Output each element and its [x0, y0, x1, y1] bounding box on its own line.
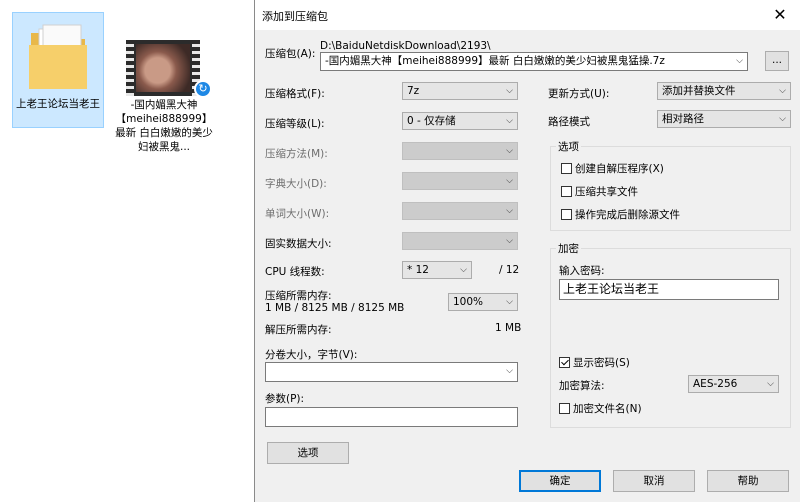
mem-compress-detail: 1 MB / 8125 MB / 8125 MB [265, 302, 405, 314]
encryption-group: 加密 输入密码: 上老王论坛当老王 显示密码(S) 加密算法: AES-256 ⌵… [550, 241, 791, 428]
chevron-down-icon: ⌵ [767, 379, 774, 389]
dialog-title: 添加到压缩包 [262, 10, 328, 23]
chevron-down-icon: ⌵ [506, 297, 513, 307]
chevron-down-icon: ⌵ [506, 146, 513, 156]
title-bar[interactable]: 添加到压缩包 ✕ [255, 0, 800, 30]
show-password-checkbox[interactable]: 显示密码(S) [559, 355, 630, 370]
level-value: 0 - 仅存储 [407, 115, 456, 127]
encrypt-names-label: 加密文件名(N) [573, 403, 642, 415]
cancel-button[interactable]: 取消 [613, 470, 695, 492]
params-input[interactable] [265, 407, 518, 427]
shared-label: 压缩共享文件 [575, 186, 638, 198]
help-button[interactable]: 帮助 [707, 470, 789, 492]
dict-select[interactable]: ⌵ [402, 172, 518, 190]
folder-label: 上老王论坛当老王 [16, 98, 100, 110]
options-group-title: 选项 [556, 139, 581, 154]
chevron-down-icon: ⌵ [779, 114, 786, 124]
cpu-max: / 12 [499, 264, 520, 276]
path-mode-label: 路径模式 [548, 116, 590, 128]
ok-button[interactable]: 确定 [519, 470, 601, 492]
mem-percent-select[interactable]: 100% ⌵ [448, 293, 518, 311]
algorithm-label: 加密算法: [559, 380, 605, 392]
archive-name-combo[interactable]: -国内媚黑大神【meihei888999】最新 白白嫩嫩的美少妇被黑鬼猛操.7z… [320, 52, 748, 71]
algorithm-select[interactable]: AES-256 ⌵ [688, 375, 779, 393]
archive-path: D:\BaiduNetdiskDownload\2193\ [320, 40, 491, 52]
word-label: 单词大小(W): [265, 208, 330, 220]
update-value: 添加并替换文件 [662, 85, 736, 97]
volume-combo[interactable]: ⌵ [265, 362, 518, 382]
chevron-down-icon: ⌵ [506, 366, 513, 376]
volume-label: 分卷大小，字节(V): [265, 349, 358, 361]
word-select[interactable]: ⌵ [402, 202, 518, 220]
checkbox-box[interactable] [561, 163, 572, 174]
chevron-down-icon: ⌵ [506, 206, 513, 216]
options-button[interactable]: 选项 [267, 442, 349, 464]
mem-percent-value: 100% [453, 296, 484, 308]
checkbox-box[interactable] [559, 403, 570, 414]
sfx-label: 创建自解压程序(X) [575, 163, 664, 175]
path-mode-select[interactable]: 相对路径 ⌵ [657, 110, 791, 128]
path-mode-value: 相对路径 [662, 113, 704, 125]
chevron-down-icon: ⌵ [506, 176, 513, 186]
cpu-label: CPU 线程数: [265, 266, 325, 278]
desktop-folder-item[interactable]: 上老王论坛当老王 [12, 12, 104, 128]
format-value: 7z [407, 85, 420, 97]
checkbox-box[interactable] [561, 209, 572, 220]
cpu-select[interactable]: * 12 ⌵ [402, 261, 472, 279]
delete-checkbox[interactable]: 操作完成后删除源文件 [561, 207, 680, 222]
method-select[interactable]: ⌵ [402, 142, 518, 160]
mem-compress-label: 压缩所需内存: [265, 290, 332, 302]
method-label: 压缩方法(M): [265, 148, 328, 160]
solid-select[interactable]: ⌵ [402, 232, 518, 250]
chevron-down-icon: ⌵ [779, 86, 786, 96]
mem-decompress-label: 解压所需内存: [265, 324, 332, 336]
video-thumbnail [126, 40, 200, 96]
delete-label: 操作完成后删除源文件 [575, 209, 680, 221]
desktop-video-item[interactable]: ↻ -国内媚黑大神【meihei888999】最新 白白嫩嫩的美少妇被黑鬼... [114, 40, 214, 170]
format-label: 压缩格式(F): [265, 88, 325, 100]
update-label: 更新方式(U): [548, 88, 610, 100]
shared-checkbox[interactable]: 压缩共享文件 [561, 184, 638, 199]
update-select[interactable]: 添加并替换文件 ⌵ [657, 82, 791, 100]
chevron-down-icon: ⌵ [506, 116, 513, 126]
password-input[interactable]: 上老王论坛当老王 [559, 279, 779, 300]
dict-label: 字典大小(D): [265, 178, 327, 190]
level-label: 压缩等级(L): [265, 118, 325, 130]
video-label: -国内媚黑大神【meihei888999】最新 白白嫩嫩的美少妇被黑鬼... [115, 99, 213, 153]
checkbox-box[interactable] [561, 186, 572, 197]
options-group: 选项 创建自解压程序(X) 压缩共享文件 操作完成后删除源文件 [550, 139, 791, 231]
archive-label: 压缩包(A): [265, 48, 316, 60]
format-select[interactable]: 7z ⌵ [402, 82, 518, 100]
algorithm-value: AES-256 [693, 378, 738, 390]
close-button[interactable]: ✕ [760, 0, 800, 30]
checkbox-box-checked[interactable] [559, 357, 570, 368]
password-label: 输入密码: [559, 265, 605, 277]
encryption-group-title: 加密 [556, 241, 581, 256]
mem-decompress-value: 1 MB [495, 322, 522, 334]
params-label: 参数(P): [265, 393, 305, 405]
sfx-checkbox[interactable]: 创建自解压程序(X) [561, 161, 664, 176]
folder-icon [29, 24, 87, 89]
chevron-down-icon: ⌵ [506, 236, 513, 246]
chevron-down-icon: ⌵ [460, 265, 467, 275]
browse-button[interactable]: ... [765, 51, 789, 71]
archive-name-value: -国内媚黑大神【meihei888999】最新 白白嫩嫩的美少妇被黑鬼猛操.7z [325, 55, 665, 67]
chevron-down-icon: ⌵ [506, 86, 513, 96]
sync-badge-icon: ↻ [194, 80, 212, 98]
level-select[interactable]: 0 - 仅存储 ⌵ [402, 112, 518, 130]
encrypt-names-checkbox[interactable]: 加密文件名(N) [559, 401, 642, 416]
chevron-down-icon: ⌵ [736, 56, 743, 66]
cpu-value: * 12 [407, 264, 429, 276]
solid-label: 固实数据大小: [265, 238, 332, 250]
add-to-archive-dialog: 添加到压缩包 ✕ 压缩包(A): D:\BaiduNetdiskDownload… [254, 0, 800, 502]
show-password-label: 显示密码(S) [573, 357, 630, 369]
